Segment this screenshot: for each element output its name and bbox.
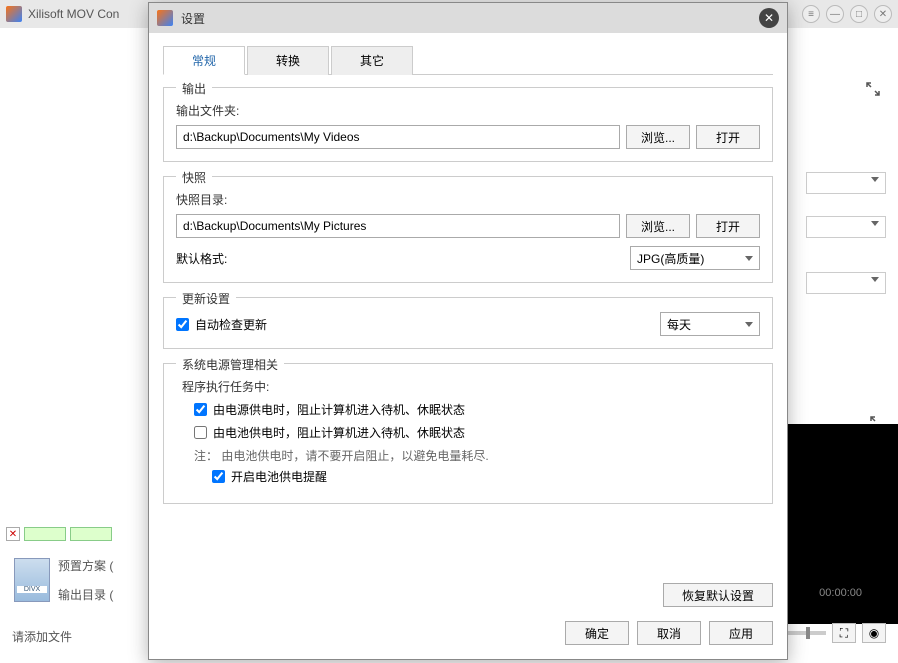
snapshot-group-title: 快照 [176, 169, 212, 186]
help-button[interactable]: ≡ [802, 5, 820, 23]
status-text: 请添加文件 [12, 628, 72, 645]
ok-button[interactable]: 确定 [565, 621, 629, 645]
output-group: 输出 输出文件夹: 浏览... 打开 [163, 87, 773, 162]
apply-button[interactable]: 应用 [709, 621, 773, 645]
output-browse-button[interactable]: 浏览... [626, 125, 690, 149]
app-icon [6, 6, 22, 22]
thumbnail[interactable] [24, 527, 66, 541]
settings-dialog: 设置 ✕ 常规 转换 其它 输出 输出文件夹: 浏览... 打开 快照 快照目录… [148, 2, 788, 660]
dialog-close-button[interactable]: ✕ [759, 8, 779, 28]
outdir-label: 输出目录 ( [58, 586, 113, 603]
power-ac-label: 由电源供电时，阻止计算机进入待机、休眠状态 [213, 401, 465, 418]
snapshot-group: 快照 快照目录: 浏览... 打开 默认格式: JPG(高质量) [163, 176, 773, 283]
snapshot-format-select[interactable]: JPG(高质量) [630, 246, 760, 270]
preview-fullscreen-button[interactable]: ⛶ [832, 623, 856, 643]
auto-check-update-checkbox[interactable] [176, 318, 189, 331]
thumbnail-strip: ✕ [6, 527, 112, 541]
tab-general[interactable]: 常规 [163, 46, 245, 75]
bg-dropdown-3[interactable] [806, 272, 886, 294]
minimize-button[interactable]: — [826, 5, 844, 23]
output-open-button[interactable]: 打开 [696, 125, 760, 149]
battery-reminder-checkbox[interactable] [212, 470, 225, 483]
tab-convert[interactable]: 转换 [247, 46, 329, 75]
bg-dropdown-2[interactable] [806, 216, 886, 238]
chevron-down-icon [745, 256, 753, 261]
snapshot-browse-button[interactable]: 浏览... [626, 214, 690, 238]
dialog-titlebar: 设置 ✕ [149, 3, 787, 33]
power-group-title: 系统电源管理相关 [176, 356, 284, 373]
snapshot-open-button[interactable]: 打开 [696, 214, 760, 238]
preview-time: 00:00:00 [819, 587, 862, 599]
maximize-button[interactable]: □ [850, 5, 868, 23]
bg-dropdown-1[interactable] [806, 172, 886, 194]
update-group: 更新设置 自动检查更新 每天 [163, 297, 773, 349]
expand-icon[interactable] [866, 82, 882, 98]
thumb-close-icon[interactable]: ✕ [6, 527, 20, 541]
power-note: 注： 由电池供电时，请不要开启阻止，以避免电量耗尽. [194, 447, 760, 464]
thumbnail[interactable] [70, 527, 112, 541]
dialog-footer-buttons: 确定 取消 应用 [149, 621, 787, 659]
auto-check-update-label: 自动检查更新 [195, 316, 267, 333]
tab-other[interactable]: 其它 [331, 46, 413, 75]
preview-snapshot-button[interactable]: ◉ [862, 623, 886, 643]
battery-reminder-label: 开启电池供电提醒 [231, 468, 327, 485]
dialog-icon [157, 10, 173, 26]
cancel-button[interactable]: 取消 [637, 621, 701, 645]
output-folder-label: 输出文件夹: [176, 102, 760, 119]
preset-file-icon [14, 558, 50, 602]
dialog-footer: 恢复默认设置 [149, 573, 787, 621]
power-group: 系统电源管理相关 程序执行任务中: 由电源供电时，阻止计算机进入待机、休眠状态 … [163, 363, 773, 504]
restore-defaults-button[interactable]: 恢复默认设置 [663, 583, 773, 607]
update-frequency-select[interactable]: 每天 [660, 312, 760, 336]
output-group-title: 输出 [176, 80, 212, 97]
power-battery-checkbox[interactable] [194, 426, 207, 439]
close-button[interactable]: ✕ [874, 5, 892, 23]
power-battery-label: 由电池供电时，阻止计算机进入待机、休眠状态 [213, 424, 465, 441]
update-group-title: 更新设置 [176, 290, 236, 307]
output-folder-input[interactable] [176, 125, 620, 149]
snapshot-format-value: JPG(高质量) [637, 250, 704, 267]
tabs: 常规 转换 其它 [163, 45, 773, 75]
update-frequency-value: 每天 [667, 316, 691, 333]
preview-slider[interactable] [786, 631, 826, 635]
power-subtitle: 程序执行任务中: [182, 378, 760, 395]
snapshot-folder-label: 快照目录: [176, 191, 760, 208]
dialog-title: 设置 [181, 10, 205, 27]
app-title: Xilisoft MOV Con [28, 7, 119, 21]
snapshot-format-label: 默认格式: [176, 250, 624, 267]
chevron-down-icon [745, 322, 753, 327]
preset-label: 预置方案 ( [58, 557, 113, 574]
snapshot-folder-input[interactable] [176, 214, 620, 238]
power-ac-checkbox[interactable] [194, 403, 207, 416]
